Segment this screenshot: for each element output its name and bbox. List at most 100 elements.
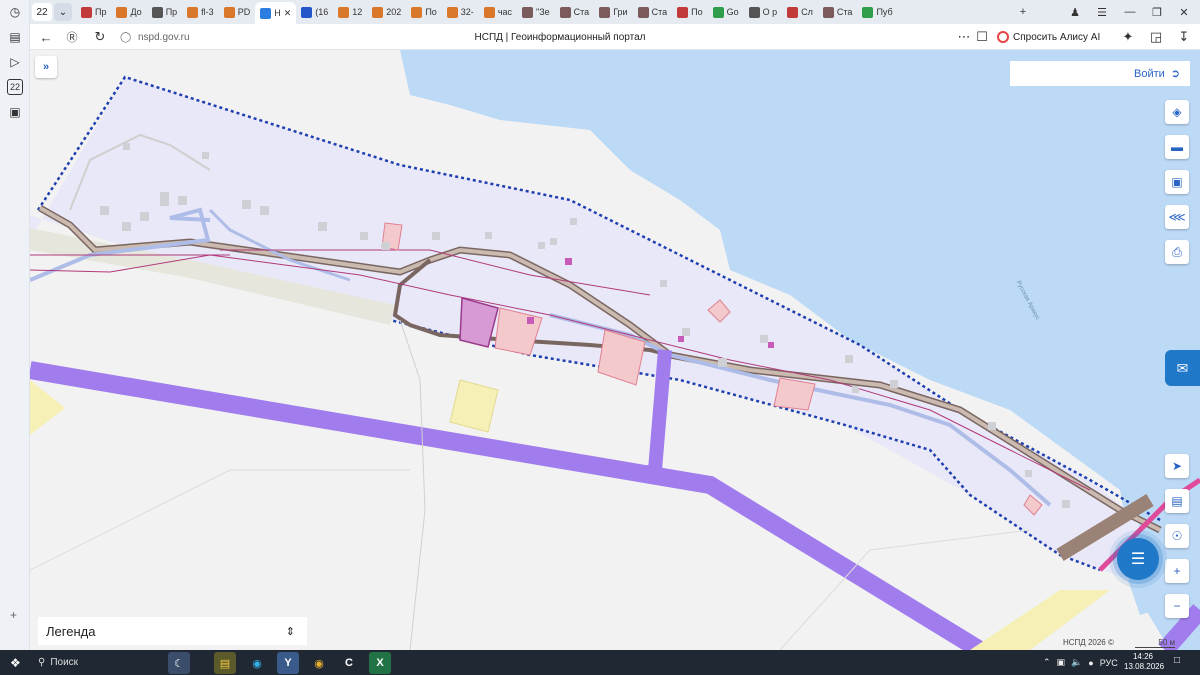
taskbar-date: 13.08.2026 bbox=[1124, 662, 1165, 671]
tab-label: Go bbox=[726, 7, 739, 17]
share-icon[interactable]: ◲ bbox=[1148, 29, 1164, 45]
tray-lang[interactable]: РУС bbox=[1100, 658, 1118, 668]
menu-icon[interactable]: ☰ bbox=[1089, 0, 1115, 24]
browser-tab[interactable]: fl-3 bbox=[182, 2, 219, 22]
tab-favicon-icon bbox=[411, 6, 423, 18]
browser-tab[interactable]: Ста bbox=[555, 2, 595, 22]
browser-tab[interactable]: 202 bbox=[367, 2, 406, 22]
locate-button[interactable]: ☉ bbox=[1165, 524, 1189, 548]
browser-tab[interactable]: Сл bbox=[782, 2, 818, 22]
login-button[interactable]: Войти ➲ bbox=[1010, 61, 1190, 86]
moon-widget-icon[interactable]: ☾ bbox=[168, 652, 190, 674]
browser-tab[interactable]: Пр bbox=[147, 2, 182, 22]
calendar-icon[interactable]: 22 bbox=[7, 79, 23, 95]
close-tab-icon[interactable]: ✕ bbox=[284, 8, 292, 19]
alice-icon bbox=[997, 31, 1009, 43]
tab-label: 32- bbox=[460, 7, 474, 17]
minimize-icon[interactable]: — bbox=[1117, 0, 1143, 24]
chat-floating-button[interactable]: ☰ bbox=[1117, 538, 1159, 580]
ruler-icon: ▬ bbox=[1171, 140, 1183, 154]
tray-mic-icon[interactable]: ● bbox=[1088, 658, 1093, 668]
reload-icon[interactable]: ↻ bbox=[92, 29, 108, 45]
browser-tab[interactable]: Ста bbox=[633, 2, 673, 22]
navigate-button[interactable]: ➤ bbox=[1165, 454, 1189, 478]
tab-counter[interactable]: 22 bbox=[32, 3, 52, 21]
browser-tab[interactable]: Гри bbox=[594, 2, 632, 22]
tab-favicon-icon bbox=[116, 6, 128, 18]
tray-chevron-icon[interactable]: ⌃ bbox=[1043, 657, 1051, 668]
play-icon[interactable]: ▷ bbox=[7, 54, 23, 70]
zoom-in-button[interactable]: + bbox=[1165, 559, 1189, 583]
excel-icon[interactable]: X bbox=[369, 652, 391, 674]
browser-tab[interactable]: 32- bbox=[442, 2, 479, 22]
tab-list-chevron-icon[interactable]: ⌄ bbox=[54, 3, 72, 21]
tab-label: О р bbox=[762, 7, 778, 17]
area-select-button[interactable]: ▣ bbox=[1165, 170, 1189, 194]
history-icon[interactable]: ◷ bbox=[7, 4, 23, 20]
plus-icon: + bbox=[1173, 564, 1181, 578]
yandex-browser-icon[interactable]: Y bbox=[277, 652, 299, 674]
downloads-icon[interactable]: ↧ bbox=[1176, 29, 1192, 45]
tab-favicon-icon bbox=[260, 7, 272, 19]
browser-tab[interactable]: (16 bbox=[296, 2, 333, 22]
yandex-protect-icon[interactable]: Ⓡ bbox=[64, 29, 80, 45]
tab-label: fl-3 bbox=[201, 7, 214, 17]
back-icon[interactable]: ← bbox=[38, 29, 54, 45]
tray-volume-icon[interactable]: 🔈 bbox=[1071, 657, 1082, 668]
browser-tab[interactable]: 12 bbox=[333, 2, 367, 22]
notifications-icon[interactable]: □ bbox=[1174, 655, 1180, 666]
login-label: Войти bbox=[1133, 67, 1165, 80]
share-map-icon: ⋘ bbox=[1168, 210, 1186, 224]
windows-start-icon[interactable]: ❖ bbox=[10, 656, 21, 670]
browser-tab[interactable]: До bbox=[111, 2, 146, 22]
browser-tab[interactable]: "Зе bbox=[517, 2, 555, 22]
tab-favicon-icon bbox=[338, 6, 350, 18]
yellow-parcel-2 bbox=[449, 379, 499, 433]
tab-favicon-icon bbox=[712, 6, 724, 18]
share-map-button[interactable]: ⋘ bbox=[1165, 205, 1189, 229]
browser-tab[interactable]: Пуб bbox=[857, 2, 897, 22]
browser-tab[interactable]: Н ✕ bbox=[255, 2, 297, 24]
browser-tab[interactable]: О р bbox=[744, 2, 783, 22]
legend-panel[interactable]: Легенда ⇕ bbox=[38, 617, 307, 645]
ruler-button[interactable]: ▬ bbox=[1165, 135, 1189, 159]
print-button[interactable]: ⎙ bbox=[1165, 240, 1189, 264]
url-field[interactable]: ◯ nspd.gov.ru НСПД | Геоинформационный п… bbox=[120, 27, 1000, 47]
bookmark-icon[interactable]: ☐ bbox=[974, 29, 990, 45]
collections-icon[interactable]: ▤ bbox=[7, 29, 23, 45]
browser-tab[interactable]: час bbox=[479, 2, 517, 22]
browser-tab[interactable]: Пр bbox=[76, 2, 111, 22]
browser-tab[interactable]: Go bbox=[708, 2, 744, 22]
close-window-icon[interactable]: ✕ bbox=[1171, 0, 1197, 24]
expand-panel-button[interactable]: » bbox=[35, 56, 57, 78]
browser-tab[interactable]: По bbox=[406, 2, 441, 22]
more-options-icon[interactable]: ⋯ bbox=[956, 29, 972, 45]
expand-updown-icon: ⇕ bbox=[285, 625, 295, 638]
scale-bar: 50 м bbox=[1135, 638, 1175, 648]
extensions-icon[interactable]: ✦ bbox=[1120, 29, 1136, 45]
basemap-button[interactable]: ▤ bbox=[1165, 489, 1189, 513]
support-chat-tab[interactable]: ✉ bbox=[1165, 350, 1200, 386]
add-panel-icon[interactable]: + bbox=[10, 608, 17, 622]
restore-icon[interactable]: ❐ bbox=[1144, 0, 1170, 24]
browser-tab[interactable]: PD bbox=[219, 2, 256, 22]
chrome-icon[interactable]: ◉ bbox=[308, 652, 330, 674]
profile-icon[interactable]: ♟ bbox=[1062, 0, 1088, 24]
edge-icon[interactable]: ◉ bbox=[246, 652, 268, 674]
app-c-icon[interactable]: C bbox=[338, 652, 360, 674]
layers-button[interactable]: ◈ bbox=[1165, 100, 1189, 124]
browser-tab[interactable]: Ста bbox=[818, 2, 858, 22]
taskbar-search[interactable]: ⚲ Поиск bbox=[38, 654, 168, 671]
map-canvas[interactable]: Русская Аракус » Войти ➲ ◈ ▬ ▣ ⋘ ⎙ ✉ ➤ ▤… bbox=[30, 50, 1200, 650]
zoom-out-button[interactable]: − bbox=[1165, 594, 1189, 618]
tab-label: Гри bbox=[613, 7, 628, 17]
taskbar-clock[interactable]: 14:26 13.08.2026 bbox=[1124, 652, 1165, 672]
browser-tab[interactable]: По bbox=[672, 2, 707, 22]
tray-display-icon[interactable]: ▣ bbox=[1057, 657, 1066, 668]
ask-alice-button[interactable]: Спросить Алису AI bbox=[997, 27, 1100, 47]
new-tab-button[interactable]: + bbox=[1010, 0, 1036, 24]
ask-alice-label: Спросить Алису AI bbox=[1013, 31, 1101, 43]
file-explorer-icon[interactable]: ▤ bbox=[214, 652, 236, 674]
basemap-icon: ▤ bbox=[1171, 494, 1183, 508]
screenshot-icon[interactable]: ▣ bbox=[7, 104, 23, 120]
